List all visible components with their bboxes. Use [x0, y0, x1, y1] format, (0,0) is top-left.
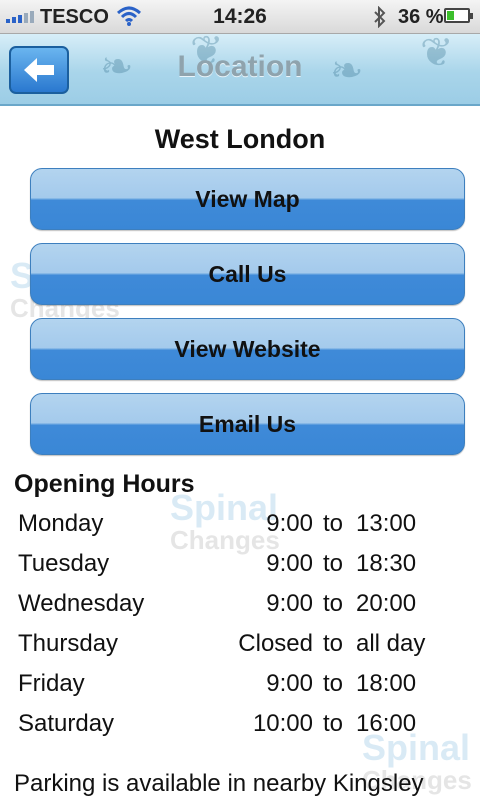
hours-open: Closed [238, 630, 313, 657]
opening-hours-heading: Opening Hours [14, 470, 195, 498]
battery-level-fill [447, 11, 454, 20]
hours-row: Friday 9:00 to 18:00 [18, 670, 438, 710]
hours-day: Monday [18, 510, 104, 537]
hours-open: 9:00 [266, 590, 313, 617]
hours-close: all day [356, 630, 426, 657]
hours-open: 9:00 [266, 550, 313, 577]
hours-close: 16:00 [356, 710, 417, 737]
hours-close: 20:00 [356, 590, 417, 617]
hours-open: 10:00 [252, 710, 313, 737]
page-title: Location [177, 50, 303, 83]
call-us-button[interactable]: Call Us [30, 243, 465, 305]
hours-row: Monday 9:00 to 13:00 [18, 510, 438, 550]
hours-close: 13:00 [356, 510, 417, 537]
hours-day: Saturday [18, 710, 115, 737]
hours-separator: to [323, 630, 344, 657]
status-bar: TESCO 14:26 36 % [0, 0, 480, 34]
hours-day: Friday [18, 670, 85, 697]
hours-row: Thursday Closed to all day [18, 630, 438, 670]
hours-separator: to [323, 510, 344, 537]
hours-row: Saturday 10:00 to 16:00 [18, 710, 438, 750]
view-website-button[interactable]: View Website [30, 318, 465, 380]
hours-open: 9:00 [266, 510, 313, 537]
hours-separator: to [323, 550, 344, 577]
email-us-button[interactable]: Email Us [30, 393, 465, 455]
hours-row: Wednesday 9:00 to 20:00 [18, 590, 438, 630]
hours-day: Wednesday [18, 590, 145, 617]
hours-separator: to [323, 710, 344, 737]
hours-open: 9:00 [266, 670, 313, 697]
hours-separator: to [323, 590, 344, 617]
battery-percentage: 36 % [398, 6, 444, 28]
view-map-button[interactable]: View Map [30, 168, 465, 230]
hours-close: 18:30 [356, 550, 417, 577]
hours-day: Tuesday [18, 550, 110, 577]
navigation-bar: ❧ ❦ ❧ ❦ Location [0, 34, 480, 106]
hours-close: 18:00 [356, 670, 417, 697]
hours-row: Tuesday 9:00 to 18:30 [18, 550, 438, 590]
battery-icon [444, 8, 473, 23]
parking-info: Parking is available in nearby Kingsley [14, 770, 424, 797]
hours-day: Thursday [18, 630, 119, 657]
hours-separator: to [323, 670, 344, 697]
bluetooth-icon [372, 5, 388, 33]
location-name: West London [154, 124, 326, 154]
